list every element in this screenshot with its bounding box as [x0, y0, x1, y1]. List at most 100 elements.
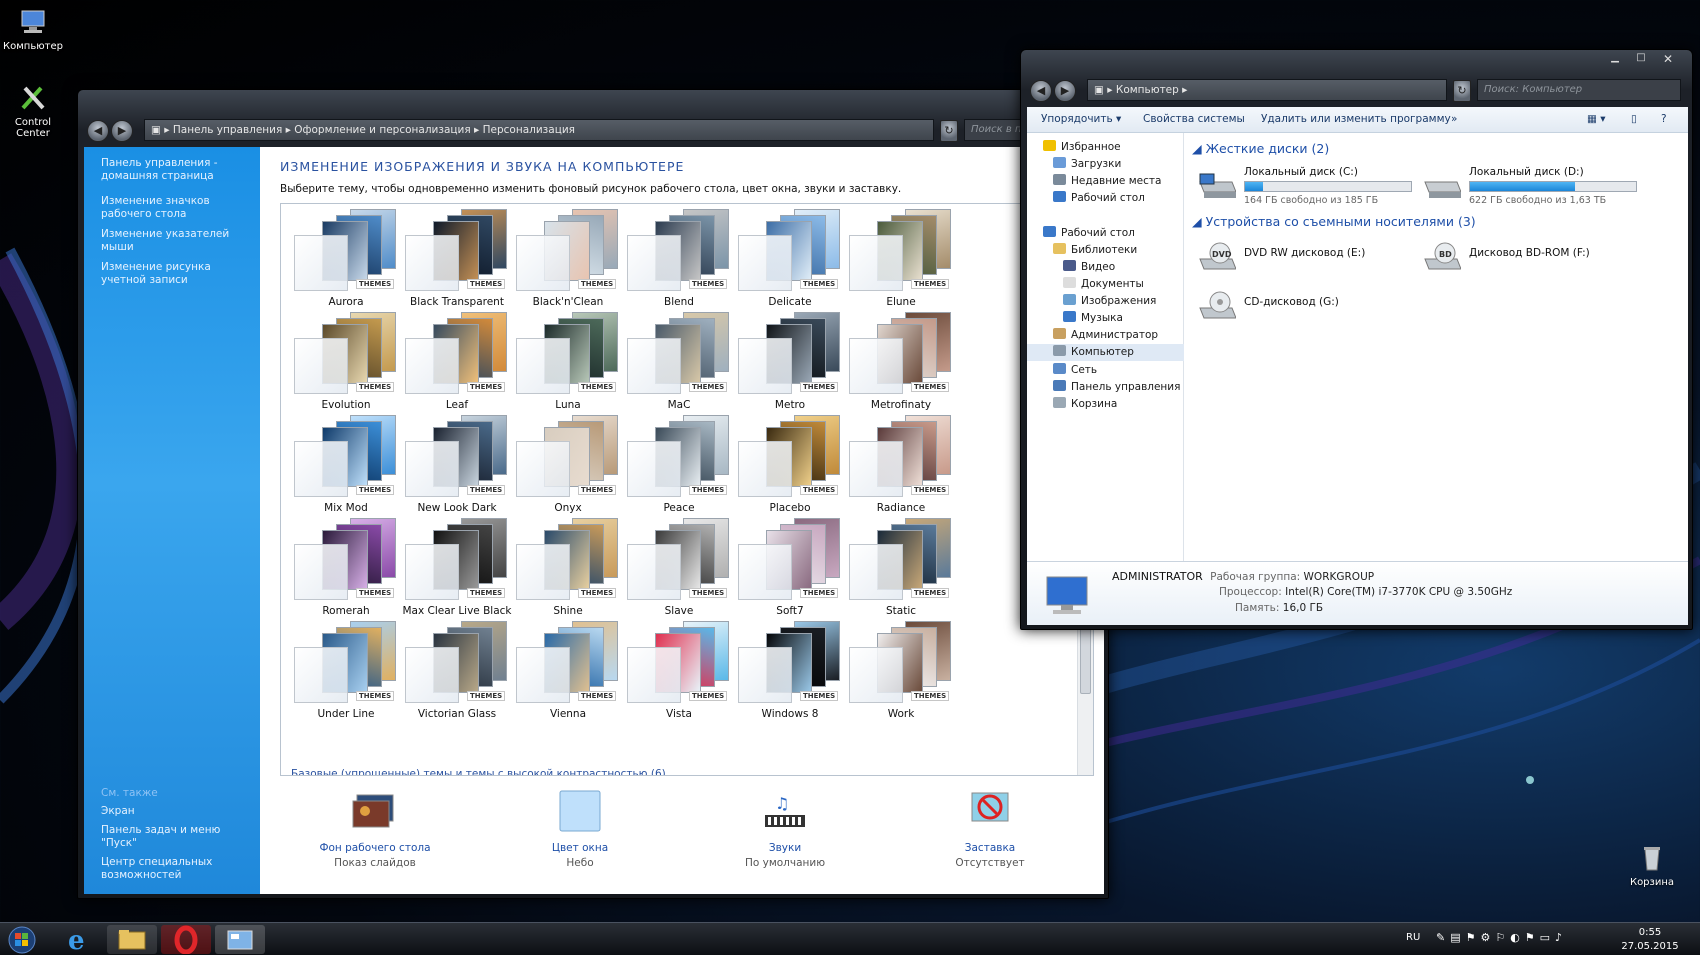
forward-button[interactable]: ▶: [1054, 80, 1076, 102]
theme-blend[interactable]: THEMES Blend: [619, 207, 739, 315]
drive-f[interactable]: BD Дисковод BD-ROM (F:): [1423, 237, 1653, 281]
refresh-icon[interactable]: ↻: [1453, 80, 1471, 102]
nav-item[interactable]: Корзина: [1027, 396, 1184, 413]
taskbar-opera[interactable]: [161, 925, 211, 955]
theme-elune[interactable]: THEMES Elune: [841, 207, 961, 315]
clock[interactable]: 0:55 27.05.2015: [1620, 926, 1680, 954]
link-taskbar[interactable]: Панель задач и меню "Пуск": [101, 824, 253, 850]
nav-item[interactable]: Рабочий стол: [1027, 225, 1184, 242]
nav-item[interactable]: Библиотеки: [1027, 242, 1184, 259]
nav-item[interactable]: Сеть: [1027, 362, 1184, 379]
theme-onyx[interactable]: THEMES Onyx: [508, 413, 628, 521]
theme-vienna[interactable]: THEMES Vienna: [508, 619, 628, 727]
taskbar-control-panel[interactable]: [215, 925, 265, 954]
link-mouse-pointers[interactable]: Изменение указателей мыши: [101, 228, 253, 254]
drive-d[interactable]: Локальный диск (D:) 622 ГБ свободно из 1…: [1423, 164, 1653, 208]
address-bar[interactable]: ▣ ▸ Панель управления ▸ Оформление и пер…: [144, 119, 934, 141]
desktop-computer[interactable]: Компьютер: [0, 6, 66, 52]
drive-c[interactable]: Локальный диск (C:) 164 ГБ свободно из 1…: [1198, 164, 1428, 208]
system-properties-button[interactable]: Свойства системы: [1143, 113, 1245, 125]
close-button[interactable]: ✕: [1656, 52, 1680, 68]
help-icon[interactable]: ?: [1661, 113, 1667, 125]
nav-item[interactable]: Компьютер: [1027, 344, 1184, 361]
nav-item[interactable]: Музыка: [1027, 310, 1184, 327]
window-color-setting[interactable]: Цвет окна Небо: [505, 789, 655, 869]
taskbar-ie[interactable]: e: [54, 925, 104, 955]
theme-metrofinaty[interactable]: THEMES Metrofinaty: [841, 310, 961, 418]
theme-black-n-clean[interactable]: THEMES Black'n'Clean: [508, 207, 628, 315]
nav-item[interactable]: Панель управления: [1027, 379, 1184, 396]
theme-romerah[interactable]: THEMES Romerah: [286, 516, 406, 624]
breadcrumb-computer[interactable]: Компьютер: [1116, 84, 1179, 96]
theme-delicate[interactable]: THEMES Delicate: [730, 207, 850, 315]
theme-windows-8[interactable]: THEMES Windows 8: [730, 619, 850, 727]
desktop-recycle-bin[interactable]: Корзина: [1619, 842, 1685, 888]
theme-peace[interactable]: THEMES Peace: [619, 413, 739, 521]
desktop-background-setting[interactable]: Фон рабочего стола Показ слайдов: [300, 789, 450, 869]
theme-max-clear-live-black[interactable]: THEMES Max Clear Live Black: [397, 516, 517, 624]
refresh-icon[interactable]: ↻: [940, 120, 958, 142]
nav-item[interactable]: Недавние места: [1027, 173, 1184, 190]
search-input[interactable]: Поиск: Компьютер: [1477, 79, 1681, 101]
theme-work[interactable]: THEMES Work: [841, 619, 961, 727]
theme-under-line[interactable]: THEMES Under Line: [286, 619, 406, 727]
drive-g[interactable]: CD-дисковод (G:): [1198, 286, 1428, 330]
removable-group-header[interactable]: ◢ Устройства со съемными носителями (3): [1192, 214, 1476, 229]
breadcrumb-appearance[interactable]: Оформление и персонализация: [294, 124, 470, 136]
sounds-setting[interactable]: ♫ Звуки По умолчанию: [710, 789, 860, 869]
theme-soft7[interactable]: THEMES Soft7: [730, 516, 850, 624]
maximize-button[interactable]: □: [1630, 52, 1652, 68]
theme-victorian-glass[interactable]: THEMES Victorian Glass: [397, 619, 517, 727]
link-desktop-icons[interactable]: Изменение значков рабочего стола: [101, 195, 253, 221]
nav-item[interactable]: Избранное: [1027, 139, 1184, 156]
theme-placebo[interactable]: THEMES Placebo: [730, 413, 850, 521]
theme-static[interactable]: THEMES Static: [841, 516, 961, 624]
nav-item[interactable]: Изображения: [1027, 293, 1184, 310]
organize-button[interactable]: Упорядочить ▾: [1041, 113, 1121, 125]
view-options-icon[interactable]: ▦ ▾: [1587, 113, 1606, 125]
back-button[interactable]: ◀: [1030, 80, 1052, 102]
desktop-background-link[interactable]: Фон рабочего стола: [300, 842, 450, 854]
link-account-picture[interactable]: Изменение рисунка учетной записи: [101, 261, 253, 287]
theme-mac[interactable]: THEMES MaC: [619, 310, 739, 418]
hdd-group-header[interactable]: ◢ Жесткие диски (2): [1192, 141, 1329, 156]
theme-radiance[interactable]: THEMES Radiance: [841, 413, 961, 521]
theme-luna[interactable]: THEMES Luna: [508, 310, 628, 418]
forward-button[interactable]: ▶: [111, 120, 133, 142]
nav-item[interactable]: Документы: [1027, 276, 1184, 293]
sounds-link[interactable]: Звуки: [710, 842, 860, 854]
link-cp-home[interactable]: Панель управления - домашняя страница: [101, 157, 253, 183]
desktop-control-center[interactable]: Control Center: [0, 82, 66, 139]
nav-item[interactable]: Администратор: [1027, 327, 1184, 344]
preview-pane-icon[interactable]: ▯: [1631, 113, 1637, 125]
theme-mix-mod[interactable]: THEMES Mix Mod: [286, 413, 406, 521]
language-indicator[interactable]: RU: [1406, 932, 1420, 943]
back-button[interactable]: ◀: [87, 120, 109, 142]
screensaver-link[interactable]: Заставка: [915, 842, 1065, 854]
theme-metro[interactable]: THEMES Metro: [730, 310, 850, 418]
window-color-link[interactable]: Цвет окна: [505, 842, 655, 854]
taskbar-explorer[interactable]: [107, 925, 157, 954]
theme-aurora[interactable]: THEMES Aurora: [286, 207, 406, 315]
theme-black-transparent[interactable]: THEMES Black Transparent: [397, 207, 517, 315]
start-button[interactable]: [2, 925, 42, 954]
theme-evolution[interactable]: THEMES Evolution: [286, 310, 406, 418]
breadcrumb-personalization[interactable]: Персонализация: [483, 124, 575, 136]
theme-new-look-dark[interactable]: THEMES New Look Dark: [397, 413, 517, 521]
address-bar[interactable]: ▣ ▸ Компьютер ▸: [1087, 79, 1447, 101]
nav-item[interactable]: Загрузки: [1027, 156, 1184, 173]
theme-vista[interactable]: THEMES Vista: [619, 619, 739, 727]
minimize-button[interactable]: ▁: [1604, 52, 1626, 68]
nav-item[interactable]: Видео: [1027, 259, 1184, 276]
theme-leaf[interactable]: THEMES Leaf: [397, 310, 517, 418]
screensaver-setting[interactable]: Заставка Отсутствует: [915, 789, 1065, 869]
tray-icons[interactable]: ✎▤⚑⚙⚐◐⚑▭♪: [1436, 931, 1567, 944]
drive-e[interactable]: DVD DVD RW дисковод (E:): [1198, 237, 1428, 281]
uninstall-program-button[interactable]: Удалить или изменить программу: [1261, 113, 1451, 125]
nav-item[interactable]: Рабочий стол: [1027, 190, 1184, 207]
link-accessibility[interactable]: Центр специальных возможностей: [101, 856, 253, 882]
theme-slave[interactable]: THEMES Slave: [619, 516, 739, 624]
link-display[interactable]: Экран: [101, 805, 253, 818]
more-commands-button[interactable]: »: [1451, 113, 1457, 125]
breadcrumb-control-panel[interactable]: Панель управления: [173, 124, 282, 136]
